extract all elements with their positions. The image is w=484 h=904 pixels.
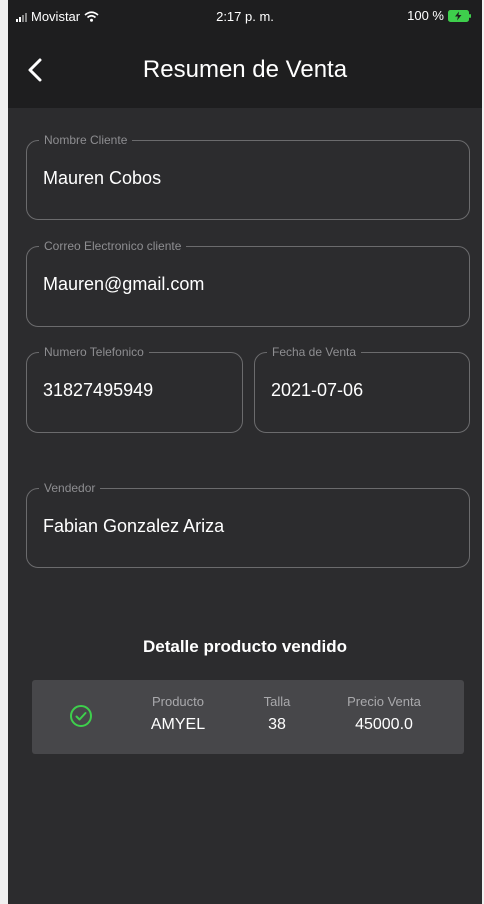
telefono-field[interactable]: Numero Telefonico 31827495949 bbox=[26, 344, 243, 433]
producto-header: Producto bbox=[151, 694, 205, 709]
vendedor-value: Fabian Gonzalez Ariza bbox=[43, 516, 225, 536]
telefono-label: Numero Telefonico bbox=[39, 344, 149, 360]
battery-charging-icon bbox=[448, 9, 472, 22]
app-screen: Movistar 2:17 p. m. 100 % Resumen de Ven… bbox=[8, 0, 482, 904]
fecha-venta-value: 2021-07-06 bbox=[271, 380, 364, 400]
vendedor-label: Vendedor bbox=[39, 480, 101, 496]
talla-value: 38 bbox=[268, 716, 286, 733]
nombre-cliente-value: Mauren Cobos bbox=[43, 168, 162, 188]
producto-value: AMYEL bbox=[150, 716, 206, 733]
fecha-venta-label: Fecha de Venta bbox=[267, 344, 362, 360]
vendedor-field[interactable]: Vendedor Fabian Gonzalez Ariza bbox=[26, 480, 470, 568]
correo-cliente-value: Mauren@gmail.com bbox=[43, 274, 205, 294]
correo-cliente-label: Correo Electronico cliente bbox=[39, 238, 187, 254]
precio-column: Precio Venta 45000.0 bbox=[332, 694, 436, 734]
talla-header: Talla bbox=[263, 694, 291, 709]
status-right: 100 % bbox=[407, 8, 472, 23]
talla-column: Talla 38 bbox=[252, 694, 302, 734]
battery-percent: 100 % bbox=[407, 8, 444, 23]
status-bar: Movistar 2:17 p. m. 100 % bbox=[8, 0, 482, 36]
precio-value: 45000.0 bbox=[355, 716, 413, 733]
producto-column: Producto AMYEL bbox=[138, 694, 218, 734]
nombre-cliente-label: Nombre Cliente bbox=[39, 132, 133, 148]
fecha-venta-field[interactable]: Fecha de Venta 2021-07-06 bbox=[254, 344, 470, 433]
page-title: Resumen de Venta bbox=[142, 56, 348, 83]
product-detail-card[interactable]: Producto AMYEL Talla 38 Precio Venta 450… bbox=[32, 680, 464, 754]
check-circle-icon bbox=[69, 704, 93, 728]
navigation-bar: Resumen de Venta bbox=[8, 36, 482, 108]
telefono-value: 31827495949 bbox=[43, 380, 154, 400]
detalle-section-title: Detalle producto vendido bbox=[142, 637, 348, 656]
correo-cliente-field[interactable]: Correo Electronico cliente Mauren@gmail.… bbox=[26, 238, 470, 327]
precio-header: Precio Venta bbox=[347, 694, 421, 709]
nombre-cliente-field[interactable]: Nombre Cliente Mauren Cobos bbox=[26, 132, 470, 220]
